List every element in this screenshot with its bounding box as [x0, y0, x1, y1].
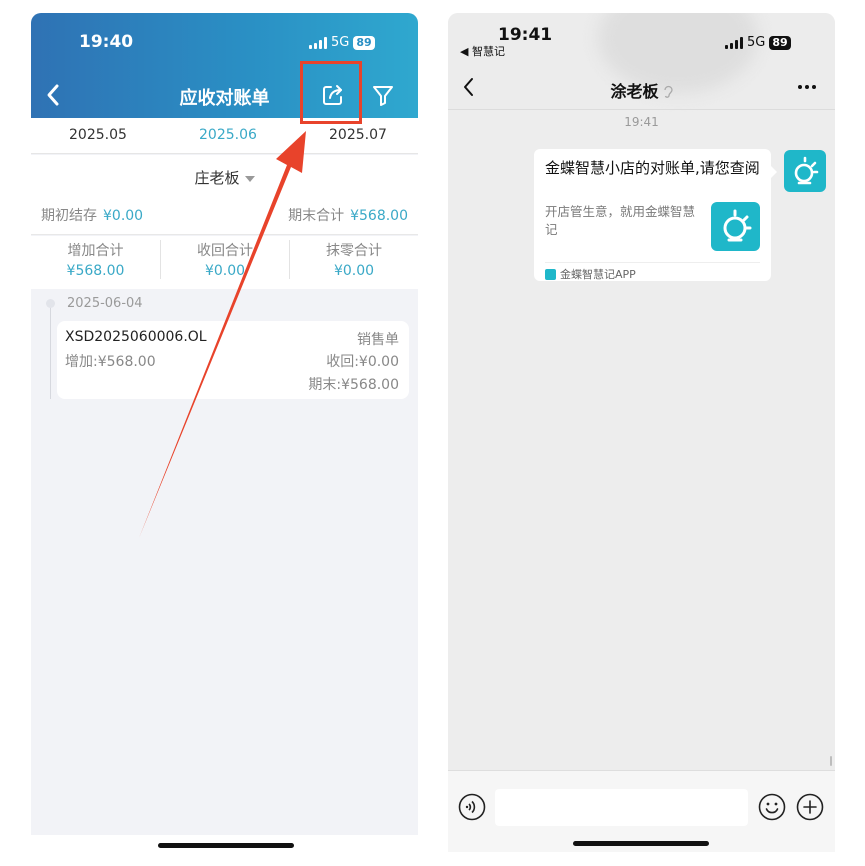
voice-icon[interactable] [458, 793, 486, 825]
card-source: 金蝶智慧记APP [545, 266, 636, 282]
more-icon[interactable] [798, 85, 816, 89]
chat-screen: 19:41 ◀ 智慧记 5G 89 涂老板 19:41 金蝶智慧小店的对账单,请… [448, 13, 835, 852]
signal-icon [725, 36, 743, 49]
card-description: 开店管生意，就用金蝶智慧记 [545, 204, 696, 237]
app-source-icon [545, 268, 556, 280]
status-indicators: 5G 89 [725, 35, 791, 50]
home-indicator [573, 841, 709, 846]
plus-icon[interactable] [796, 793, 824, 825]
chat-input-bar [448, 770, 835, 852]
message-input[interactable] [495, 789, 748, 826]
chat-timestamp: 19:41 [624, 115, 659, 129]
chat-title: 涂老板 [448, 78, 835, 102]
avatar[interactable] [784, 150, 826, 192]
status-time: 19:41 [498, 25, 553, 45]
chat-header: 19:41 ◀ 智慧记 5G 89 涂老板 [448, 13, 835, 109]
header-divider [448, 109, 835, 110]
back-to-app-link[interactable]: ◀ 智慧记 [460, 43, 505, 59]
app-logo-icon [711, 202, 760, 251]
shared-statement-card[interactable]: 金蝶智慧小店的对账单,请您查阅 开店管生意，就用金蝶智慧记 金蝶智慧记APP [534, 149, 771, 281]
battery-icon: 89 [769, 35, 791, 50]
emoji-icon[interactable] [758, 793, 786, 825]
ear-icon [663, 83, 673, 102]
scrollbar[interactable] [830, 756, 832, 766]
network-label: 5G [747, 35, 766, 50]
card-title: 金蝶智慧小店的对账单,请您查阅 [545, 159, 760, 177]
